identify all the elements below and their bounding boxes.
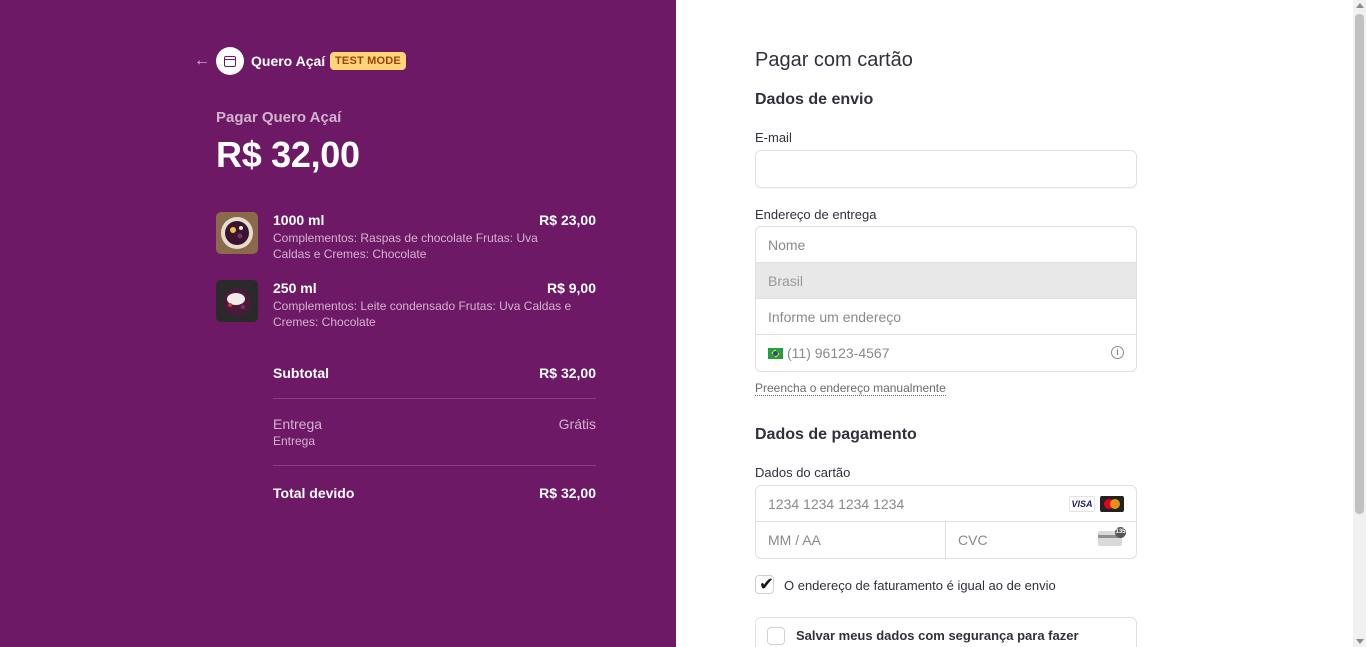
payment-section-title: Dados de pagamento xyxy=(755,426,917,443)
shipping-value: Grátis xyxy=(558,416,596,432)
mastercard-icon xyxy=(1100,496,1124,512)
address-group: Nome Brasil Informe um endereço (11) 961… xyxy=(755,226,1137,372)
store-logo xyxy=(216,47,244,75)
card-number-row: 1234 1234 1234 1234 VISA xyxy=(756,486,1136,522)
line-item: 250 ml R$ 9,00 Complementos: Leite conde… xyxy=(216,280,596,332)
order-summary-panel: ← Quero Açaí TEST MODE Pagar Quero Açaí … xyxy=(0,0,676,647)
line-item: 1000 ml R$ 23,00 Complementos: Raspas de… xyxy=(216,212,596,264)
page-title: Pagar com cartão xyxy=(755,49,913,71)
total-row: Total devido R$ 32,00 xyxy=(273,485,596,505)
card-label: Dados do cartão xyxy=(755,465,851,480)
item-description: Complementos: Raspas de chocolate Frutas… xyxy=(273,231,538,261)
product-image-250ml xyxy=(216,280,258,322)
visa-icon: VISA xyxy=(1069,496,1095,512)
shipping-row: Entrega Grátis Entrega xyxy=(273,416,596,450)
scroll-down-icon[interactable] xyxy=(1356,639,1364,644)
phone-placeholder: (11) 96123-4567 xyxy=(787,345,890,361)
phone-field[interactable]: (11) 96123-4567 i xyxy=(756,335,1136,371)
country-select[interactable]: Brasil xyxy=(756,263,1136,299)
subtotal-label: Subtotal xyxy=(273,365,329,381)
shipping-label: Entrega xyxy=(273,416,323,432)
billing-same-checkbox[interactable]: ✔ xyxy=(755,574,775,594)
store-name: Quero Açaí xyxy=(251,53,326,69)
total-value: R$ 32,00 xyxy=(539,485,596,501)
address-field[interactable]: Informe um endereço xyxy=(756,299,1136,335)
shipping-section-title: Dados de envio xyxy=(755,91,874,108)
manual-address-link[interactable]: Preencha o endereço manualmente xyxy=(755,381,946,396)
item-price: R$ 9,00 xyxy=(546,280,596,296)
item-description: Complementos: Leite condensado Frutas: U… xyxy=(273,299,572,329)
checkmark-icon: ✔ xyxy=(759,574,775,594)
save-info-label: Salvar meus dados com segurança para faz… xyxy=(796,628,1079,643)
item-name: 250 ml xyxy=(273,280,317,296)
info-icon[interactable]: i xyxy=(1111,346,1124,359)
divider xyxy=(273,398,596,399)
email-label: E-mail xyxy=(755,130,792,145)
pay-label: Pagar Quero Açaí xyxy=(216,109,342,126)
shipping-sub: Entrega xyxy=(273,434,316,448)
billing-same-label: O endereço de faturamento é igual ao de … xyxy=(784,578,1056,593)
item-name: 1000 ml xyxy=(273,212,325,228)
name-field[interactable]: Nome xyxy=(756,227,1136,263)
expiry-field[interactable]: MM / AA xyxy=(756,522,946,558)
divider xyxy=(273,465,596,466)
address-label: Endereço de entrega xyxy=(755,207,877,222)
card-group: 1234 1234 1234 1234 VISA MM / AA CVC 135 xyxy=(755,485,1137,559)
item-price: R$ 23,00 xyxy=(539,212,596,228)
email-field[interactable] xyxy=(755,150,1137,188)
brazil-flag-icon xyxy=(768,348,783,359)
test-mode-badge: TEST MODE xyxy=(330,52,406,70)
store-icon xyxy=(224,55,236,67)
subtotal-value: R$ 32,00 xyxy=(539,365,596,381)
cvc-badge: 135 xyxy=(1115,527,1126,538)
scrollbar[interactable] xyxy=(1353,0,1366,647)
scroll-thumb[interactable] xyxy=(1355,14,1364,514)
save-info-checkbox[interactable] xyxy=(767,627,785,645)
arrow-left-icon[interactable]: ← xyxy=(193,52,211,70)
subtotal-row: Subtotal R$ 32,00 xyxy=(273,365,596,385)
product-image-1000ml xyxy=(216,212,258,254)
total-label: Total devido xyxy=(273,485,355,501)
scroll-up-icon[interactable] xyxy=(1356,3,1364,8)
save-info-box[interactable]: Salvar meus dados com segurança para faz… xyxy=(755,617,1137,647)
payment-form-panel: Pagar com cartão Dados de envio E-mail E… xyxy=(676,0,1366,647)
card-expiry-cvc-row: MM / AA CVC 135 xyxy=(756,522,1136,558)
total-amount: R$ 32,00 xyxy=(216,134,360,175)
